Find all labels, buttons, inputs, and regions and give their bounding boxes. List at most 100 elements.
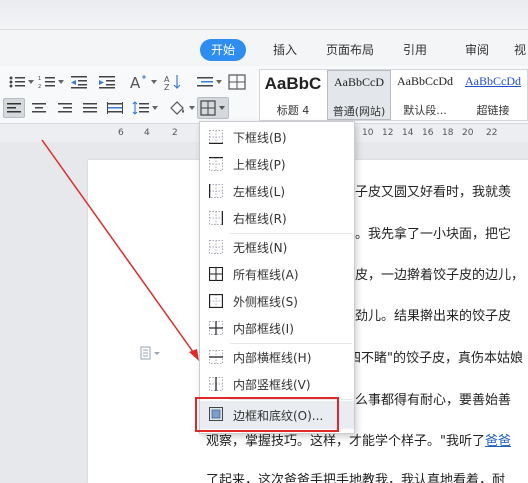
style-label: 普通(网站) — [332, 105, 386, 118]
style-normal-web[interactable]: AaBbCcD 普通(网站) — [327, 70, 391, 120]
style-preview: AaBbCcDd — [465, 74, 521, 88]
ruler-tick-label: 14 — [402, 128, 414, 138]
document-line: 什么事都得有耐心，要善始善 — [342, 393, 512, 408]
chevron-down-icon[interactable] — [189, 106, 195, 110]
bullets-icon[interactable] — [6, 72, 28, 92]
style-preview: AaBbCcD — [334, 75, 384, 89]
numbering-icon[interactable]: 12 — [36, 72, 58, 92]
increase-indent-icon[interactable] — [96, 72, 118, 92]
annotation-highlight-box — [195, 397, 339, 432]
border-none-icon — [209, 240, 223, 254]
menu-item-label: 下框线(B) — [233, 131, 287, 145]
ruler-tick-label: 12 — [382, 128, 394, 138]
paragraph-spacing-icon[interactable] — [130, 98, 152, 118]
menu-item-border-inside-horizontal[interactable]: 内部横框线(H) — [200, 344, 354, 371]
tab-page-layout[interactable]: 页面布局 — [322, 39, 378, 61]
border-right-icon — [209, 211, 223, 225]
svg-text:1: 1 — [38, 76, 41, 82]
title-bar — [0, 0, 528, 30]
menu-item-border-outside[interactable]: 外侧框线(S) — [200, 288, 354, 315]
border-outside-icon — [209, 294, 223, 308]
chevron-down-icon — [218, 105, 225, 110]
menu-item-border-left[interactable]: 左框线(L) — [200, 178, 354, 205]
chevron-down-icon[interactable] — [151, 80, 157, 84]
ruler-tick-label: 22 — [486, 128, 498, 138]
distributed-align-icon[interactable] — [104, 98, 126, 118]
menu-item-label: 所有框线(A) — [233, 268, 299, 282]
border-bottom-icon — [209, 130, 223, 144]
menu-item-border-inside[interactable]: 内部框线(I) — [200, 315, 354, 342]
tab-insert[interactable]: 插入 — [268, 39, 302, 61]
menu-item-label: 左框线(L) — [233, 185, 286, 199]
document-line: 皮。我先拿了一小块面，把它 — [342, 227, 512, 242]
border-left-icon — [209, 184, 223, 198]
align-center-icon[interactable] — [28, 98, 50, 118]
decrease-indent-icon[interactable] — [68, 72, 90, 92]
svg-text:A: A — [130, 74, 141, 90]
table-icon[interactable] — [226, 72, 248, 92]
ruler-tick-label: 6 — [118, 128, 124, 138]
style-preview: AaBbC — [264, 74, 322, 93]
sort-icon[interactable]: AZ — [162, 72, 184, 92]
border-all-icon — [209, 267, 223, 281]
ruler-tick-label: 20 — [462, 128, 474, 138]
chevron-down-icon[interactable] — [216, 80, 222, 84]
text-effects-icon[interactable]: A — [128, 72, 150, 92]
menu-item-label: 右框线(R) — [233, 212, 287, 226]
menu-item-label: 无框线(N) — [233, 241, 288, 255]
ruler-tick-label: 10 — [362, 128, 374, 138]
ruler-tick-label: 16 — [422, 128, 434, 138]
ribbon-tab-bar: 开始 插入 页面布局 引用 审阅 视 — [0, 30, 528, 66]
document-line: 饺子皮又圆又好看时，我就羡 — [342, 185, 512, 200]
ruler-tick-label: 2 — [172, 128, 178, 138]
hyperlink[interactable]: 爸爸 — [485, 434, 511, 449]
ruler-tick-label: 18 — [442, 128, 454, 138]
border-all-icon — [199, 100, 216, 116]
menu-item-border-none[interactable]: 无框线(N) — [200, 234, 354, 261]
borders-dropdown-button[interactable] — [197, 97, 229, 119]
document-line: 了起来，这次爸爸手把手地教我，我认真地看着，耐 — [206, 473, 506, 483]
shading-bucket-icon[interactable] — [166, 98, 188, 118]
justify-icon[interactable] — [79, 98, 101, 118]
tab-home[interactable]: 开始 — [200, 39, 246, 61]
style-label: 标题 4 — [276, 104, 310, 117]
chevron-down-icon[interactable] — [28, 80, 34, 84]
document-line: 使劲儿。结果擀出来的饺子皮 — [342, 309, 512, 324]
borders-dropdown-menu: 下框线(B) 上框线(P) 左框线(L) 右框线(R) 无框线(N) 所有框线(… — [199, 121, 355, 434]
tab-references[interactable]: 引用 — [400, 39, 430, 61]
menu-item-label: 内部横框线(H) — [233, 351, 312, 365]
border-inside-vertical-icon — [209, 377, 223, 391]
style-heading-4[interactable]: AaBbC 标题 4 — [260, 70, 326, 120]
tab-review[interactable]: 审阅 — [462, 39, 492, 61]
menu-item-label: 外侧框线(S) — [233, 295, 298, 309]
paragraph-layout-icon[interactable] — [140, 346, 164, 362]
style-hyperlink[interactable]: AaBbCcDd 超链接 — [459, 70, 527, 120]
document-line: "四不睹"的饺子皮，真伤本姑娘 — [342, 351, 523, 366]
align-right-icon[interactable] — [54, 98, 76, 118]
style-gallery: AaBbC 标题 4 AaBbCcD 普通(网站) AaBbCcDd 默认段..… — [259, 69, 528, 121]
ruler-tick-label: 4 — [144, 128, 150, 138]
chevron-down-icon[interactable] — [152, 106, 158, 110]
border-top-icon — [209, 157, 223, 171]
menu-item-border-bottom[interactable]: 下框线(B) — [200, 124, 354, 151]
document-line-text: 观察，掌握技巧。这样，才能学个样子。"我听了 — [206, 434, 485, 449]
border-inside-icon — [209, 321, 223, 335]
document-line: 子皮，一边擀着饺子皮的边儿， — [342, 268, 525, 283]
menu-item-label: 上框线(P) — [233, 158, 286, 172]
style-label: 默认段... — [403, 104, 447, 117]
menu-item-border-inside-vertical[interactable]: 内部竖框线(V) — [200, 371, 354, 398]
menu-item-border-right[interactable]: 右框线(R) — [200, 205, 354, 232]
menu-item-label: 内部竖框线(V) — [233, 378, 311, 392]
line-spacing-icon[interactable] — [194, 72, 216, 92]
menu-item-border-top[interactable]: 上框线(P) — [200, 151, 354, 178]
border-inside-horizontal-icon — [209, 350, 223, 364]
align-left-icon[interactable] — [3, 98, 25, 118]
tab-view[interactable]: 视 — [512, 39, 528, 61]
style-label: 超链接 — [476, 104, 510, 117]
svg-text:2: 2 — [38, 84, 41, 89]
svg-text:Z: Z — [164, 83, 170, 90]
chevron-down-icon[interactable] — [58, 80, 64, 84]
style-preview: AaBbCcDd — [397, 74, 453, 88]
menu-item-border-all[interactable]: 所有框线(A) — [200, 261, 354, 288]
style-default-paragraph[interactable]: AaBbCcDd 默认段... — [392, 70, 458, 120]
